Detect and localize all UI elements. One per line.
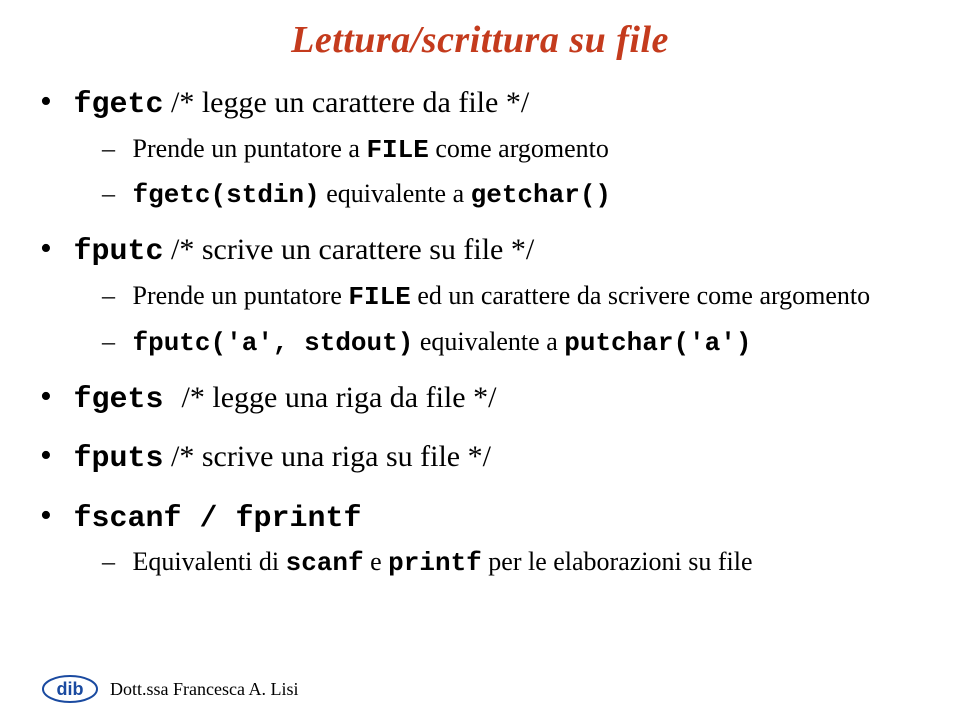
bullet-item: fputc /* scrive un carattere su file */ …	[40, 227, 920, 360]
text-span: Prende un puntatore a	[133, 134, 367, 163]
logo-text: dib	[57, 679, 84, 699]
code-span: scanf	[286, 548, 364, 578]
sub-list: Prende un puntatore FILE ed un carattere…	[102, 279, 920, 361]
logo-icon: dib	[40, 674, 100, 704]
bullet-item: fgets /* legge una riga da file */	[40, 375, 920, 421]
sub-item: fgetc(stdin) equivalente a getchar()	[102, 177, 920, 213]
bullet-list: fgetc /* legge un carattere da file */ P…	[40, 80, 920, 581]
sub-list: Prende un puntatore a FILE come argoment…	[102, 132, 920, 214]
sub-item: Prende un puntatore a FILE come argoment…	[102, 132, 920, 168]
slide: Lettura/scrittura su file fgetc /* legge…	[0, 0, 960, 722]
text-span: equivalente a	[413, 327, 564, 356]
code-span: fgetc	[74, 88, 164, 122]
footer: dib Dott.ssa Francesca A. Lisi	[40, 674, 298, 704]
code-span: FILE	[348, 282, 410, 312]
code-span: fscanf / fprintf	[74, 502, 362, 536]
code-span: fputs	[74, 442, 164, 476]
bullet-item: fgetc /* legge un carattere da file */ P…	[40, 80, 920, 213]
author-text: Dott.ssa Francesca A. Lisi	[110, 679, 298, 700]
code-span: fgetc(stdin)	[133, 180, 320, 210]
text-span: per le elaborazioni su file	[482, 547, 753, 576]
sub-list: Equivalenti di scanf e printf per le ela…	[102, 545, 920, 581]
text-span: Prende un puntatore	[133, 281, 349, 310]
code-span: fgets	[74, 383, 182, 417]
text-span: come argomento	[429, 134, 609, 163]
text-span: /* scrive una riga su file */	[164, 440, 491, 473]
code-span: FILE	[366, 135, 428, 165]
code-span: fputc('a', stdout)	[133, 328, 414, 358]
code-span: putchar('a')	[564, 328, 751, 358]
sub-item: Prende un puntatore FILE ed un carattere…	[102, 279, 920, 315]
text-span: ed un carattere da scrivere come argomen…	[411, 281, 870, 310]
text-span: /* scrive un carattere su file */	[164, 233, 535, 266]
code-span: getchar()	[471, 180, 611, 210]
bullet-item: fputs /* scrive una riga su file */	[40, 434, 920, 480]
sub-item: Equivalenti di scanf e printf per le ela…	[102, 545, 920, 581]
text-span: equivalente a	[320, 179, 471, 208]
text-span: Equivalenti di	[133, 547, 286, 576]
code-span: printf	[388, 548, 482, 578]
sub-item: fputc('a', stdout) equivalente a putchar…	[102, 325, 920, 361]
slide-title: Lettura/scrittura su file	[40, 18, 920, 62]
text-span: /* legge una riga da file */	[182, 381, 497, 414]
text-span: e	[364, 547, 389, 576]
code-span: fputc	[74, 235, 164, 269]
text-span: /* legge un carattere da file */	[164, 86, 530, 119]
bullet-item: fscanf / fprintf Equivalenti di scanf e …	[40, 494, 920, 581]
